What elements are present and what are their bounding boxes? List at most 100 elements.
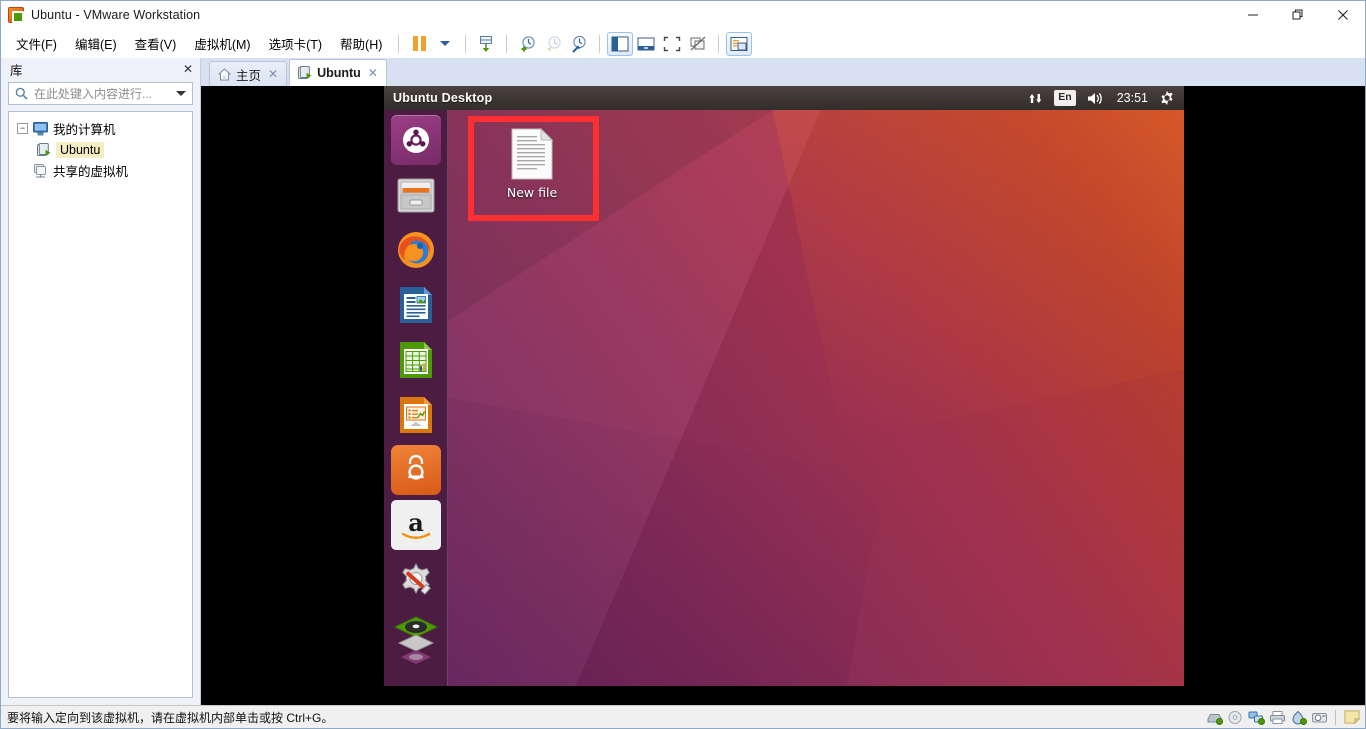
fullscreen-icon xyxy=(664,36,681,51)
note-icon xyxy=(1344,710,1361,725)
hard-disk-icon xyxy=(1207,713,1223,725)
libreoffice-writer-icon xyxy=(399,287,432,323)
menu-vm[interactable]: 虚拟机(M) xyxy=(185,30,259,57)
tab-bar: 主页 ✕ Ubuntu ✕ xyxy=(201,58,1365,86)
take-snapshot-button[interactable] xyxy=(514,32,540,56)
launcher-item-amazon[interactable]: a xyxy=(390,500,441,550)
toolbar-separator-2 xyxy=(465,34,467,53)
tab-label: Ubuntu xyxy=(317,66,361,80)
launcher-item-dash[interactable] xyxy=(390,115,441,165)
window-controls xyxy=(1230,1,1365,29)
close-button[interactable] xyxy=(1320,1,1365,29)
vm-running-icon xyxy=(37,142,51,156)
search-placeholder: 在此处键入内容进行... xyxy=(34,87,153,101)
hard-disk-status-icon[interactable] xyxy=(1205,709,1223,726)
vm-running-icon xyxy=(298,66,312,79)
workspace-switcher-icon xyxy=(393,616,438,664)
launcher-item-software[interactable] xyxy=(390,445,441,495)
libreoffice-calc-icon xyxy=(399,342,432,378)
cd-dvd-icon xyxy=(1228,710,1241,724)
library-title: 库 xyxy=(10,63,23,78)
notes-status-icon[interactable] xyxy=(1343,709,1361,726)
computer-icon xyxy=(33,121,48,135)
unity-mode-button[interactable] xyxy=(685,32,711,56)
tree-item-shared-vms[interactable]: 共享的虚拟机 xyxy=(9,160,192,181)
toolbar-separator-5 xyxy=(718,34,720,53)
launcher-item-settings[interactable] xyxy=(391,555,441,605)
snapshot-manager-icon xyxy=(480,35,493,52)
suspend-button[interactable] xyxy=(406,32,432,56)
tab-close-icon[interactable]: ✕ xyxy=(268,67,278,81)
revert-snapshot-button[interactable] xyxy=(540,32,566,56)
chevron-down-icon xyxy=(440,41,451,46)
menu-tabs[interactable]: 选项卡(T) xyxy=(260,30,331,57)
network-icon xyxy=(1248,711,1265,725)
tab-ubuntu[interactable]: Ubuntu ✕ xyxy=(289,59,387,86)
libreoffice-impress-icon xyxy=(399,397,432,433)
tree-item-ubuntu[interactable]: Ubuntu xyxy=(9,139,192,160)
keyboard-layout-icon[interactable]: En xyxy=(1054,90,1076,106)
ubuntu-software-icon xyxy=(407,454,424,480)
vmware-ubuntu-icon xyxy=(8,7,24,23)
camera-status-icon[interactable] xyxy=(1310,709,1328,726)
usb-status-icon[interactable] xyxy=(1289,709,1307,726)
vm-screen[interactable]: Ubuntu Desktop En 23:51 a New file xyxy=(384,86,1184,686)
status-bar: 要将输入定向到该虚拟机，请在虚拟机内部单击或按 Ctrl+G。 xyxy=(1,705,1365,728)
launcher-item-writer[interactable] xyxy=(391,280,441,330)
expander-icon[interactable]: − xyxy=(17,123,28,134)
toolbar-separator-3 xyxy=(506,34,508,53)
search-input[interactable]: 在此处键入内容进行... xyxy=(8,82,193,105)
fullscreen-button[interactable] xyxy=(659,32,685,56)
console-view-button[interactable] xyxy=(726,31,753,56)
toolbar-separator-1 xyxy=(398,34,400,53)
tab-home[interactable]: 主页 ✕ xyxy=(209,61,288,86)
search-icon xyxy=(15,87,28,100)
system-settings-icon xyxy=(401,562,431,595)
network-arrows-icon[interactable] xyxy=(1028,91,1043,106)
menu-bar: 文件(F) 编辑(E) 查看(V) 虚拟机(M) 选项卡(T) 帮助(H) xyxy=(1,29,1365,58)
status-message: 要将输入定向到该虚拟机，请在虚拟机内部单击或按 Ctrl+G。 xyxy=(7,710,334,725)
menu-help[interactable]: 帮助(H) xyxy=(331,30,391,57)
ubuntu-desktop[interactable]: New file xyxy=(448,110,1184,686)
menu-edit[interactable]: 编辑(E) xyxy=(66,30,126,57)
show-library-button[interactable] xyxy=(607,31,634,56)
snapshot-manager-button[interactable] xyxy=(566,32,592,56)
unity-mode-icon xyxy=(690,36,706,50)
clock-indicator[interactable]: 23:51 xyxy=(1117,91,1148,105)
content-area: 主页 ✕ Ubuntu ✕ Ubuntu Desktop En 23:51 a … xyxy=(201,58,1365,705)
manage-snapshot-button[interactable] xyxy=(473,32,499,56)
minimize-button[interactable] xyxy=(1230,1,1275,29)
amazon-icon: a xyxy=(401,508,431,539)
launcher-item-files[interactable] xyxy=(391,170,441,220)
network-status-icon[interactable] xyxy=(1247,709,1265,726)
cd-dvd-status-icon[interactable] xyxy=(1226,709,1244,726)
show-thumbnail-bar-button[interactable] xyxy=(633,32,659,56)
library-panel-icon xyxy=(611,36,629,51)
desktop-file-new-file[interactable]: New file xyxy=(486,128,578,200)
unity-launcher: a xyxy=(384,110,448,686)
status-device-icons xyxy=(1205,709,1361,726)
title-bar: Ubuntu - VMware Workstation xyxy=(1,1,1365,29)
printer-status-icon[interactable] xyxy=(1268,709,1286,726)
launcher-item-workspace[interactable] xyxy=(391,610,441,668)
snapshot-revert-icon xyxy=(546,35,561,51)
gear-icon[interactable] xyxy=(1159,90,1175,106)
launcher-item-calc[interactable] xyxy=(391,335,441,385)
close-icon[interactable]: ✕ xyxy=(183,62,193,76)
menu-file[interactable]: 文件(F) xyxy=(7,30,66,57)
tree-item-my-computer[interactable]: − 我的计算机 xyxy=(9,118,192,139)
console-view-icon xyxy=(730,36,748,51)
home-icon xyxy=(218,67,231,80)
launcher-item-impress[interactable] xyxy=(391,390,441,440)
menu-view[interactable]: 查看(V) xyxy=(126,30,186,57)
launcher-item-firefox[interactable] xyxy=(391,225,441,275)
tab-close-icon[interactable]: ✕ xyxy=(368,66,378,80)
printer-icon xyxy=(1269,710,1285,724)
volume-icon[interactable] xyxy=(1087,91,1106,106)
chevron-down-icon[interactable] xyxy=(176,91,186,96)
power-dropdown-button[interactable] xyxy=(432,32,458,56)
vm-stage[interactable]: Ubuntu Desktop En 23:51 a New file xyxy=(201,86,1365,705)
tree-item-label: 共享的虚拟机 xyxy=(53,165,129,179)
restore-button[interactable] xyxy=(1275,1,1320,29)
tab-label: 主页 xyxy=(236,68,262,83)
